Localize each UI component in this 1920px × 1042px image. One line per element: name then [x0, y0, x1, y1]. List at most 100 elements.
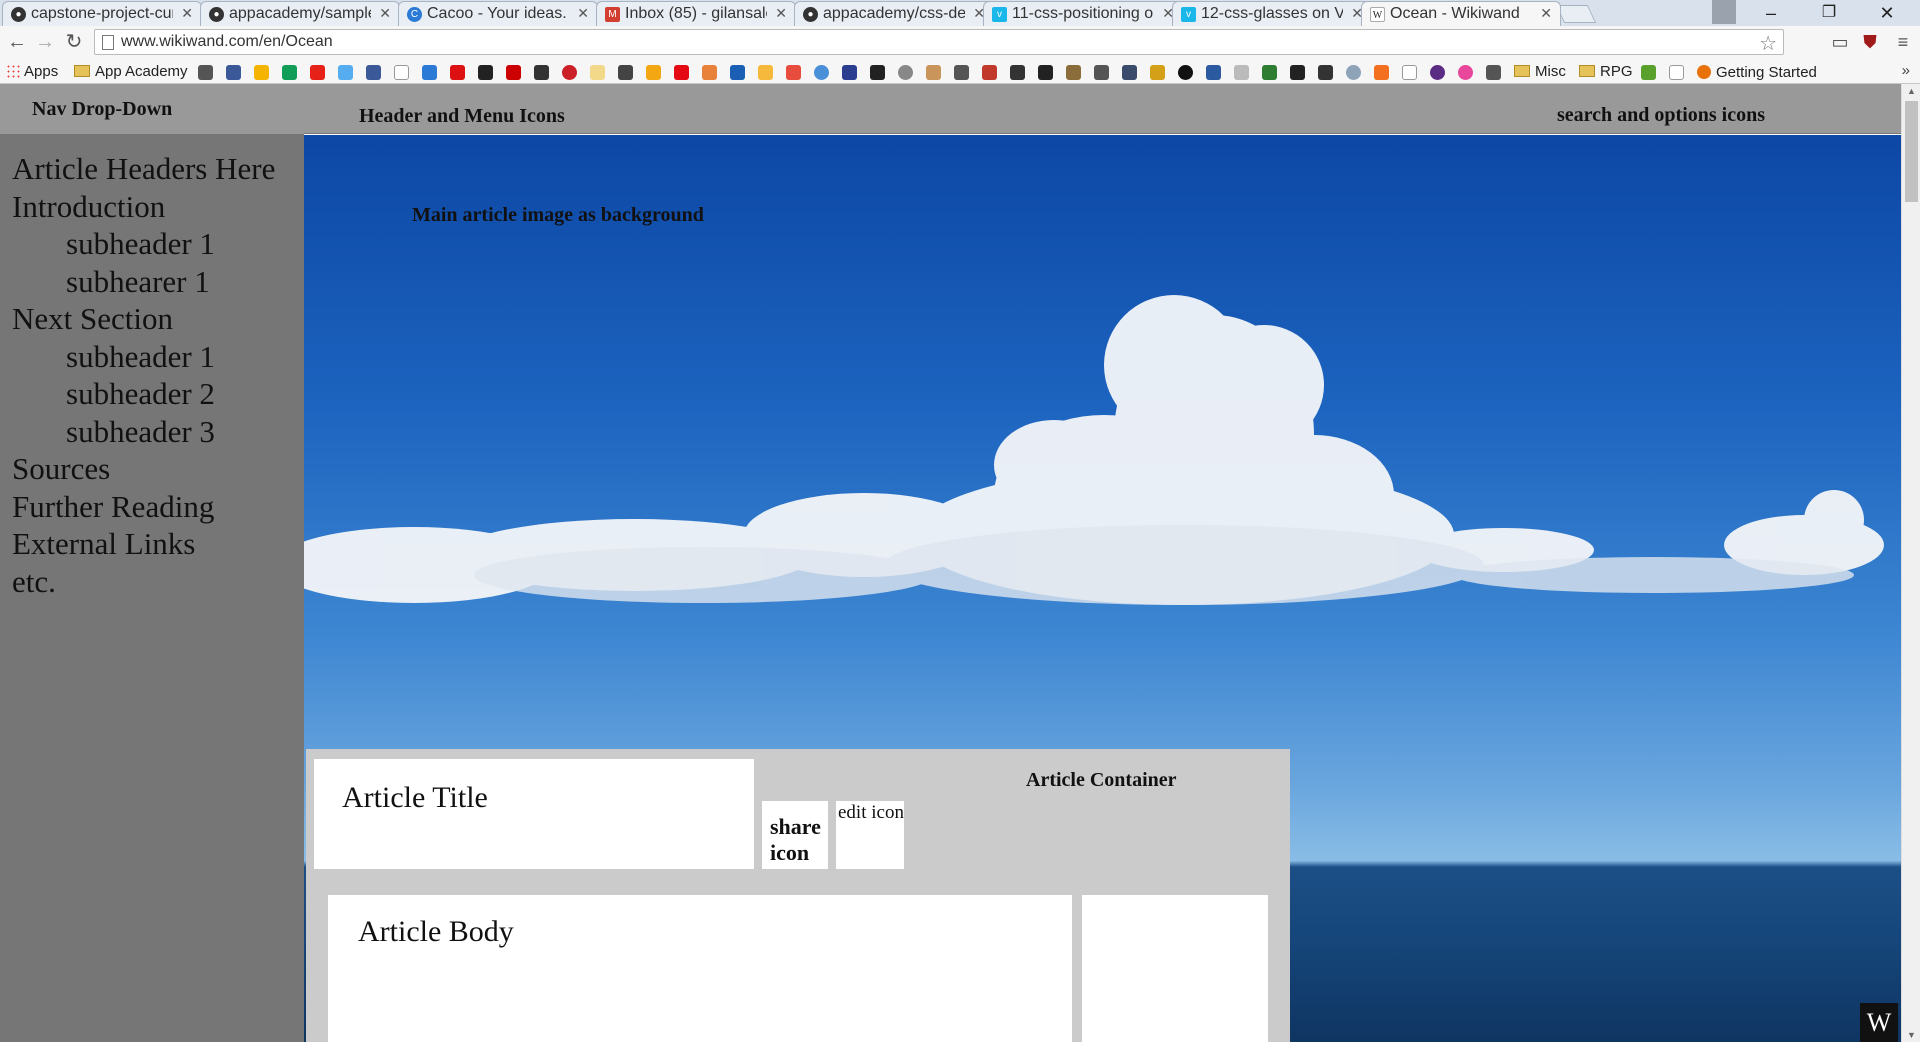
bookmark-favicon[interactable]	[926, 65, 941, 80]
bookmark-favicon[interactable]	[814, 65, 829, 80]
bookmark-favicon[interactable]	[1094, 65, 1109, 80]
bookmark-favicon[interactable]	[198, 65, 213, 80]
bookmark-favicon[interactable]	[1150, 65, 1165, 80]
toc-item[interactable]: Introduction	[12, 188, 275, 226]
bookmark-favicon[interactable]	[1010, 65, 1025, 80]
close-icon[interactable]: ✕	[775, 5, 787, 22]
extension-shield-icon[interactable]: ⛊	[1859, 31, 1881, 53]
bookmark-favicon[interactable]	[954, 65, 969, 80]
window-close-button[interactable]: ✕	[1864, 0, 1910, 26]
forward-icon[interactable]: →	[33, 30, 57, 54]
bookmark-favicon[interactable]	[422, 65, 437, 80]
twitter-icon[interactable]	[338, 65, 353, 80]
bookmark-favicon[interactable]	[478, 65, 493, 80]
bookmark-rpg[interactable]: RPG	[1579, 63, 1633, 80]
bookmark-favicon[interactable]	[1206, 65, 1221, 80]
edit-icon[interactable]: edit icon	[836, 801, 904, 869]
bookmark-favicon[interactable]	[226, 65, 241, 80]
bookmark-misc[interactable]: Misc	[1514, 63, 1566, 80]
page-icon[interactable]	[1402, 65, 1417, 80]
browser-tab[interactable]: M Inbox (85) - gilansale ✕	[596, 1, 796, 26]
reload-icon[interactable]: ↻	[62, 30, 86, 54]
soundcloud-icon[interactable]	[1374, 65, 1389, 80]
toc-item[interactable]: Next Section	[12, 300, 275, 338]
page-scrollbar[interactable]: ▲ ▼	[1901, 84, 1920, 1042]
bookmark-favicon[interactable]	[646, 65, 661, 80]
browser-tab[interactable]: ● appacademy/css-der ✕	[794, 1, 994, 26]
bookmark-favicon[interactable]	[702, 65, 717, 80]
bookmark-favicon[interactable]	[282, 65, 297, 80]
share-icon[interactable]: share icon	[762, 801, 828, 869]
bookmark-favicon[interactable]	[1641, 65, 1656, 80]
close-icon[interactable]: ✕	[181, 5, 193, 22]
bookmark-favicon[interactable]	[982, 65, 997, 80]
bookmark-favicon[interactable]	[758, 65, 773, 80]
toc-item[interactable]: External Links	[12, 525, 275, 563]
nav-dropdown[interactable]: Nav Drop-Down	[0, 84, 304, 134]
bookmark-favicon[interactable]	[730, 65, 745, 80]
facebook-icon[interactable]	[366, 65, 381, 80]
address-bar[interactable]: www.wikiwand.com/en/Ocean ☆	[94, 29, 1784, 55]
bookmark-app-academy[interactable]: App Academy	[74, 63, 188, 80]
new-tab-button[interactable]	[1555, 5, 1597, 23]
youtube-icon[interactable]	[310, 65, 325, 80]
bookmark-favicon[interactable]	[1234, 65, 1249, 80]
scrollbar-thumb[interactable]	[1905, 101, 1918, 202]
toc-subitem[interactable]: subhearer 1	[12, 263, 275, 301]
toc-subitem[interactable]: subheader 1	[12, 225, 275, 263]
bookmark-favicon[interactable]	[1346, 65, 1361, 80]
bookmark-apps[interactable]: Apps	[6, 63, 58, 80]
netflix-icon[interactable]	[674, 65, 689, 80]
bookmark-favicon[interactable]	[1318, 65, 1333, 80]
toc-subitem[interactable]: subheader 1	[12, 338, 275, 376]
toc-item[interactable]: Further Reading	[12, 488, 275, 526]
minimize-button[interactable]: –	[1748, 0, 1794, 26]
toc-item[interactable]: etc.	[12, 563, 275, 601]
back-icon[interactable]: ←	[5, 30, 29, 54]
bookmark-favicon[interactable]	[1290, 65, 1305, 80]
browser-tab[interactable]: ● appacademy/sample ✕	[200, 1, 400, 26]
bookmark-favicon[interactable]	[590, 65, 605, 80]
close-icon[interactable]: ✕	[379, 5, 391, 22]
bookmark-favicon[interactable]	[1458, 65, 1473, 80]
bookmark-favicon[interactable]	[1262, 65, 1277, 80]
bookmark-favicon[interactable]	[870, 65, 885, 80]
scroll-down-arrow-icon[interactable]: ▼	[1907, 1030, 1916, 1040]
browser-tab[interactable]: v 12-css-glasses on Vir ✕	[1172, 1, 1372, 26]
pinterest-icon[interactable]	[562, 65, 577, 80]
bookmark-favicon[interactable]	[1178, 65, 1193, 80]
toc-subitem[interactable]: subheader 3	[12, 413, 275, 451]
wikiwand-logo-button[interactable]: W	[1860, 1003, 1898, 1042]
browser-tab-active[interactable]: W Ocean - Wikiwand ✕	[1361, 1, 1561, 26]
browser-tab[interactable]: v 11-css-positioning or ✕	[983, 1, 1183, 26]
browser-tab[interactable]: C Cacoo - Your ideas. C ✕	[398, 1, 598, 26]
toc-item[interactable]: Sources	[12, 450, 275, 488]
close-icon[interactable]: ✕	[577, 5, 589, 22]
close-icon[interactable]: ✕	[1540, 5, 1552, 22]
restore-button[interactable]: ❐	[1806, 0, 1852, 26]
bookmark-favicon[interactable]	[450, 65, 465, 80]
menu-icon[interactable]: ≡	[1892, 31, 1914, 53]
scroll-up-arrow-icon[interactable]: ▲	[1907, 86, 1916, 96]
toc-subitem[interactable]: subheader 2	[12, 375, 275, 413]
bookmark-star-icon[interactable]: ☆	[1759, 31, 1777, 56]
bookmark-favicon[interactable]	[254, 65, 269, 80]
bookmark-favicon[interactable]	[786, 65, 801, 80]
bookmark-favicon[interactable]	[534, 65, 549, 80]
browser-tab[interactable]: ● capstone-project-cur ✕	[2, 1, 202, 26]
bookmark-favicon[interactable]	[1122, 65, 1137, 80]
bookmark-favicon[interactable]	[1066, 65, 1081, 80]
bookmark-getting-started[interactable]: Getting Started	[1697, 63, 1817, 81]
page-icon[interactable]	[1669, 65, 1684, 80]
bookmark-favicon[interactable]	[506, 65, 521, 80]
bookmark-favicon[interactable]	[1038, 65, 1053, 80]
bookmark-favicon[interactable]	[618, 65, 633, 80]
bookmark-favicon[interactable]	[1486, 65, 1501, 80]
cast-icon[interactable]: ▭	[1829, 31, 1851, 53]
google-icon[interactable]	[898, 65, 913, 80]
bookmarks-overflow-button[interactable]: »	[1902, 62, 1910, 79]
profile-icon[interactable]	[1712, 0, 1736, 24]
wikipedia-icon[interactable]	[394, 65, 409, 80]
toc-item[interactable]: Article Headers Here	[12, 150, 275, 188]
bookmark-favicon[interactable]	[842, 65, 857, 80]
